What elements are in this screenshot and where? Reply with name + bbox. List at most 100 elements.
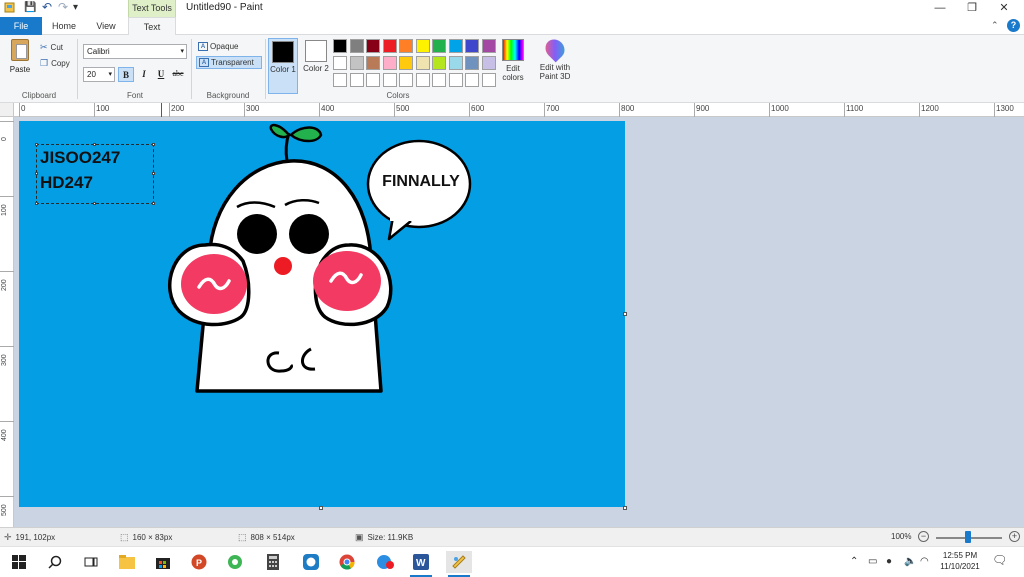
zoom-in-button[interactable]: + [1009, 531, 1020, 542]
resize-handle[interactable] [35, 202, 38, 205]
tab-file[interactable]: File [0, 17, 42, 35]
powerpoint-app[interactable]: P [186, 551, 212, 573]
palette-color-swatch[interactable] [333, 39, 347, 53]
store-app[interactable] [150, 551, 176, 573]
palette-color-swatch[interactable] [448, 39, 463, 53]
drawing-canvas[interactable]: FINNALLY JISOO247 HD247 [19, 121, 625, 507]
start-button[interactable] [6, 551, 32, 573]
palette-color-swatch[interactable] [366, 73, 380, 87]
resize-handle[interactable] [93, 202, 96, 205]
palette-color-swatch[interactable] [481, 39, 496, 53]
close-button[interactable]: ✕ [988, 0, 1020, 17]
palette-color-swatch[interactable] [465, 73, 479, 87]
word-app[interactable]: W [408, 551, 434, 577]
palette-color-swatch[interactable] [481, 56, 496, 70]
palette-color-swatch[interactable] [465, 39, 479, 53]
canvas-resize-handle[interactable] [623, 312, 627, 316]
redo-icon[interactable]: ↷ [58, 0, 68, 14]
tab-text[interactable]: Text [128, 17, 176, 36]
resize-handle[interactable] [35, 172, 38, 175]
color1-button[interactable]: Color 1 [268, 38, 298, 94]
text-line-1[interactable]: JISOO247 [37, 145, 153, 170]
minimize-button[interactable]: — [924, 0, 956, 17]
underline-button[interactable]: U [153, 67, 169, 82]
palette-color-swatch[interactable] [366, 39, 380, 53]
resize-handle[interactable] [152, 202, 155, 205]
undo-icon[interactable]: ↶ [42, 0, 52, 14]
palette-color-swatch[interactable] [399, 56, 413, 70]
network-status-icon[interactable]: ▭ [868, 556, 877, 567]
palette-color-swatch[interactable] [333, 56, 347, 70]
coccoc-app[interactable] [222, 551, 248, 573]
palette-color-swatch[interactable] [432, 39, 446, 53]
palette-color-swatch[interactable] [448, 56, 463, 70]
save-icon[interactable]: 💾 [24, 2, 36, 15]
file-explorer-app[interactable] [114, 551, 140, 573]
font-family-dropdown[interactable]: Calibri ▾ [83, 44, 187, 59]
paste-button[interactable]: Paste [4, 39, 36, 79]
collapse-ribbon-icon[interactable]: ⌃ [991, 20, 999, 30]
palette-color-swatch[interactable] [366, 56, 380, 70]
cut-button[interactable]: ✂ Cut [40, 41, 63, 53]
palette-color-swatch[interactable] [415, 73, 430, 87]
copy-button[interactable]: ❐ Copy [40, 57, 70, 69]
zalo-app[interactable] [298, 551, 324, 573]
show-hidden-icons-icon[interactable]: ⌃ [850, 556, 858, 567]
palette-color-swatch[interactable] [382, 56, 397, 70]
volume-icon[interactable]: 🔈 [904, 556, 916, 567]
zoom-out-button[interactable]: − [918, 531, 929, 542]
chat-app-icon [303, 554, 319, 570]
edit-colors-button[interactable]: Edit colors [499, 39, 527, 82]
resize-handle[interactable] [152, 143, 155, 146]
text-line-2[interactable]: HD247 [37, 170, 153, 195]
edit-with-paint3d-button[interactable]: Edit with Paint 3D [536, 35, 574, 81]
clock[interactable]: 12:55 PM 11/10/2021 [934, 550, 986, 572]
task-view-icon [84, 557, 98, 567]
tab-view[interactable]: View [86, 17, 126, 35]
strikethrough-button[interactable]: abc [170, 67, 186, 82]
palette-color-swatch[interactable] [349, 56, 364, 70]
color2-button[interactable]: Color 2 [301, 38, 331, 94]
palette-color-swatch[interactable] [432, 73, 446, 87]
paint-app[interactable] [446, 551, 472, 577]
transparent-button[interactable]: A Transparent [196, 56, 262, 69]
notifications-icon[interactable]: 🗨 [992, 553, 1007, 567]
palette-color-swatch[interactable] [349, 73, 364, 87]
ruler-tick [0, 121, 14, 122]
palette-color-swatch[interactable] [415, 39, 430, 53]
palette-color-swatch[interactable] [382, 39, 397, 53]
palette-color-swatch[interactable] [399, 73, 413, 87]
opaque-button[interactable]: A Opaque [196, 40, 262, 53]
tab-home[interactable]: Home [42, 17, 86, 35]
palette-color-swatch[interactable] [481, 73, 496, 87]
resize-handle[interactable] [152, 172, 155, 175]
customize-quick-access-icon[interactable]: ▾ [73, 2, 78, 15]
palette-color-swatch[interactable] [382, 73, 397, 87]
bold-button[interactable]: B [118, 67, 134, 82]
canvas-resize-handle[interactable] [319, 506, 323, 510]
font-size-dropdown[interactable]: 20 ▾ [83, 67, 115, 82]
search-button[interactable] [42, 551, 68, 573]
restore-button[interactable]: ❐ [956, 0, 988, 17]
resize-handle[interactable] [35, 143, 38, 146]
zoom-slider-thumb[interactable] [965, 531, 971, 543]
task-view-button[interactable] [78, 551, 104, 573]
chrome-app[interactable] [334, 551, 360, 573]
help-icon[interactable]: ? [1007, 19, 1020, 32]
resize-handle[interactable] [93, 143, 96, 146]
italic-button[interactable]: I [136, 67, 152, 82]
palette-color-swatch[interactable] [333, 73, 347, 87]
palette-color-swatch[interactable] [448, 73, 463, 87]
ruler-corner [0, 103, 14, 117]
text-box[interactable]: JISOO247 HD247 [35, 143, 155, 205]
palette-color-swatch[interactable] [349, 39, 364, 53]
palette-color-swatch[interactable] [399, 39, 413, 53]
calculator-app[interactable] [260, 551, 286, 573]
canvas-resize-handle[interactable] [623, 506, 627, 510]
wifi-icon[interactable]: ◠ [920, 556, 929, 567]
microphone-icon[interactable]: ● [886, 556, 892, 567]
palette-color-swatch[interactable] [465, 56, 479, 70]
messenger-app[interactable] [372, 551, 398, 573]
palette-color-swatch[interactable] [415, 56, 430, 70]
palette-color-swatch[interactable] [432, 56, 446, 70]
